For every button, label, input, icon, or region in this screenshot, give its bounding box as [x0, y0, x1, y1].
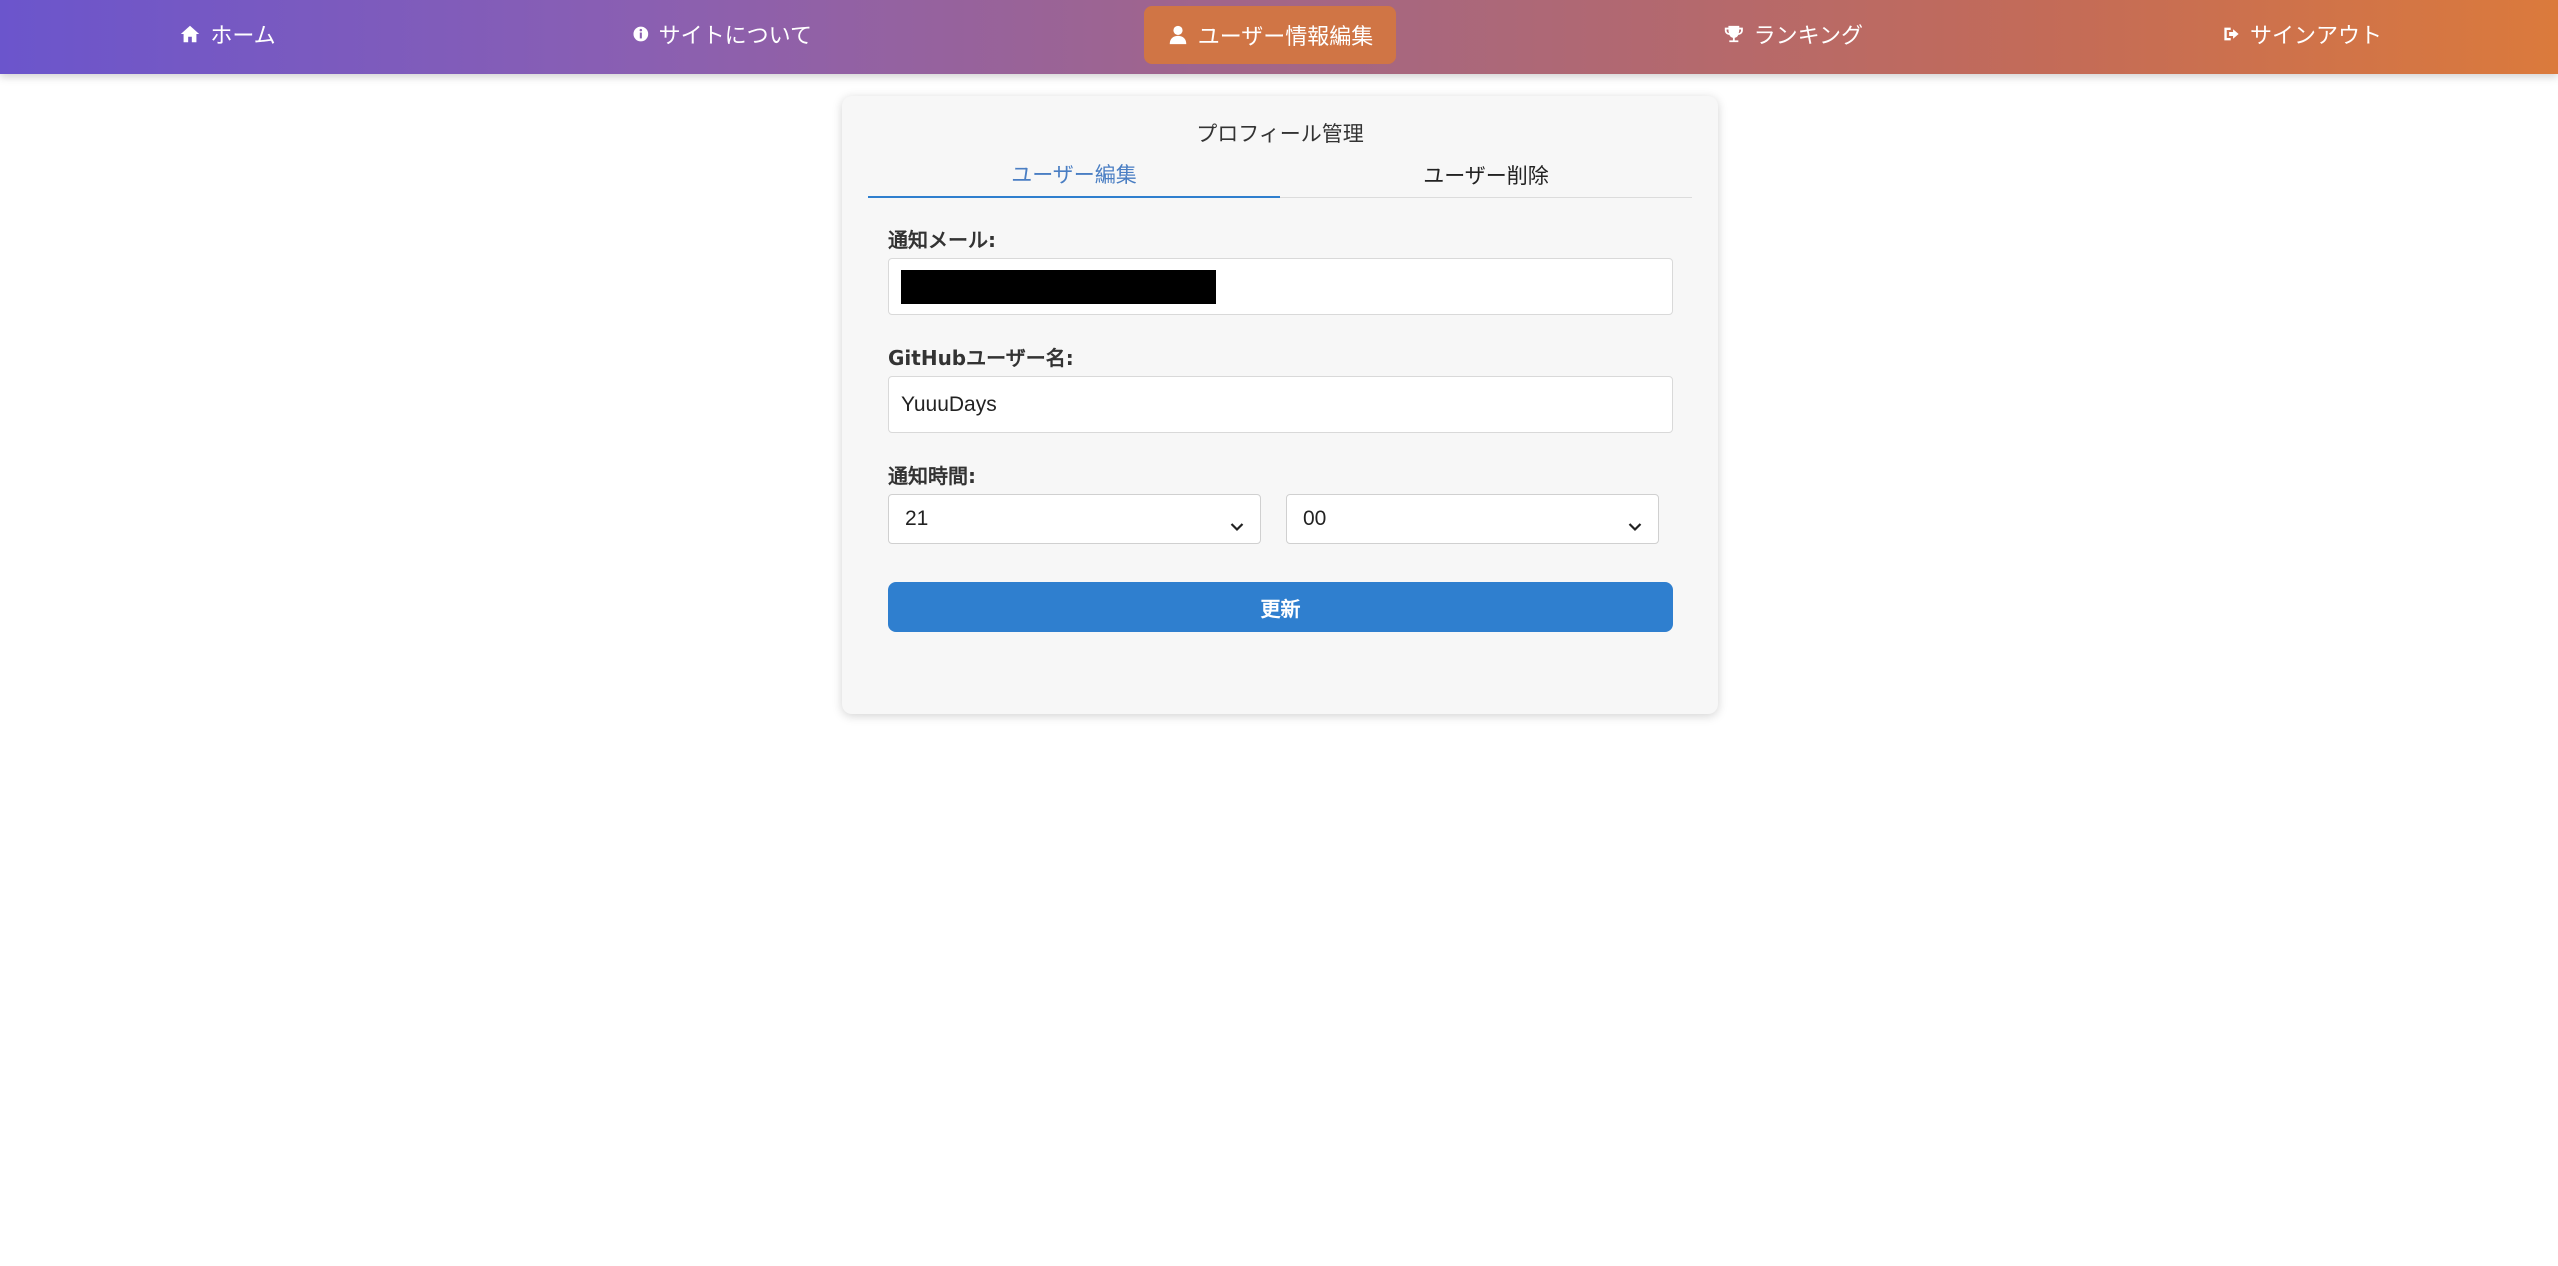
info-icon — [632, 23, 650, 45]
tab-user-delete[interactable]: ユーザー削除 — [1280, 152, 1692, 198]
nav-user-edit[interactable]: ユーザー情報編集 — [1144, 6, 1396, 64]
nav-home-label: ホーム — [210, 24, 276, 49]
tab-user-edit[interactable]: ユーザー編集 — [868, 152, 1280, 198]
profile-tabs: ユーザー編集 ユーザー削除 — [868, 152, 1692, 198]
update-button[interactable]: 更新 — [888, 582, 1673, 632]
user-icon — [1167, 24, 1189, 46]
email-label: 通知メール: — [888, 228, 996, 252]
nav-ranking[interactable]: ランキング — [1723, 0, 1863, 68]
profile-card: プロフィール管理 ユーザー編集 ユーザー削除 通知メール: GitHubユーザー… — [842, 96, 1718, 714]
hour-select[interactable]: 21 — [888, 494, 1261, 544]
nav-about[interactable]: サイトについて — [632, 0, 812, 68]
minute-select-value: 00 — [1303, 507, 1327, 530]
nav-signout-label: サインアウト — [2249, 24, 2382, 49]
github-username-field[interactable]: YuuuDays — [888, 376, 1673, 433]
email-field[interactable] — [888, 258, 1673, 315]
trophy-icon — [1723, 23, 1745, 45]
nav-ranking-label: ランキング — [1753, 24, 1863, 49]
chevron-down-icon — [1230, 514, 1244, 532]
github-username-value: YuuuDays — [901, 392, 997, 416]
card-title: プロフィール管理 — [1196, 122, 1364, 146]
home-icon — [179, 23, 201, 45]
redacted-email-value — [901, 269, 1216, 304]
minute-select[interactable]: 00 — [1286, 494, 1659, 544]
nav-about-label: サイトについて — [658, 24, 812, 49]
github-username-label: GitHubユーザー名: — [888, 346, 1074, 370]
chevron-down-icon — [1628, 514, 1642, 532]
nav-user-edit-label: ユーザー情報編集 — [1197, 25, 1374, 50]
notify-time-label: 通知時間: — [888, 464, 976, 488]
hour-select-value: 21 — [905, 507, 929, 530]
top-navbar: ホーム サイトについて ユーザー情報編集 ランキング サインアウト — [0, 0, 2558, 74]
sign-out-icon — [2222, 23, 2241, 45]
nav-signout[interactable]: サインアウト — [2222, 0, 2382, 68]
nav-home[interactable]: ホーム — [175, 0, 280, 68]
